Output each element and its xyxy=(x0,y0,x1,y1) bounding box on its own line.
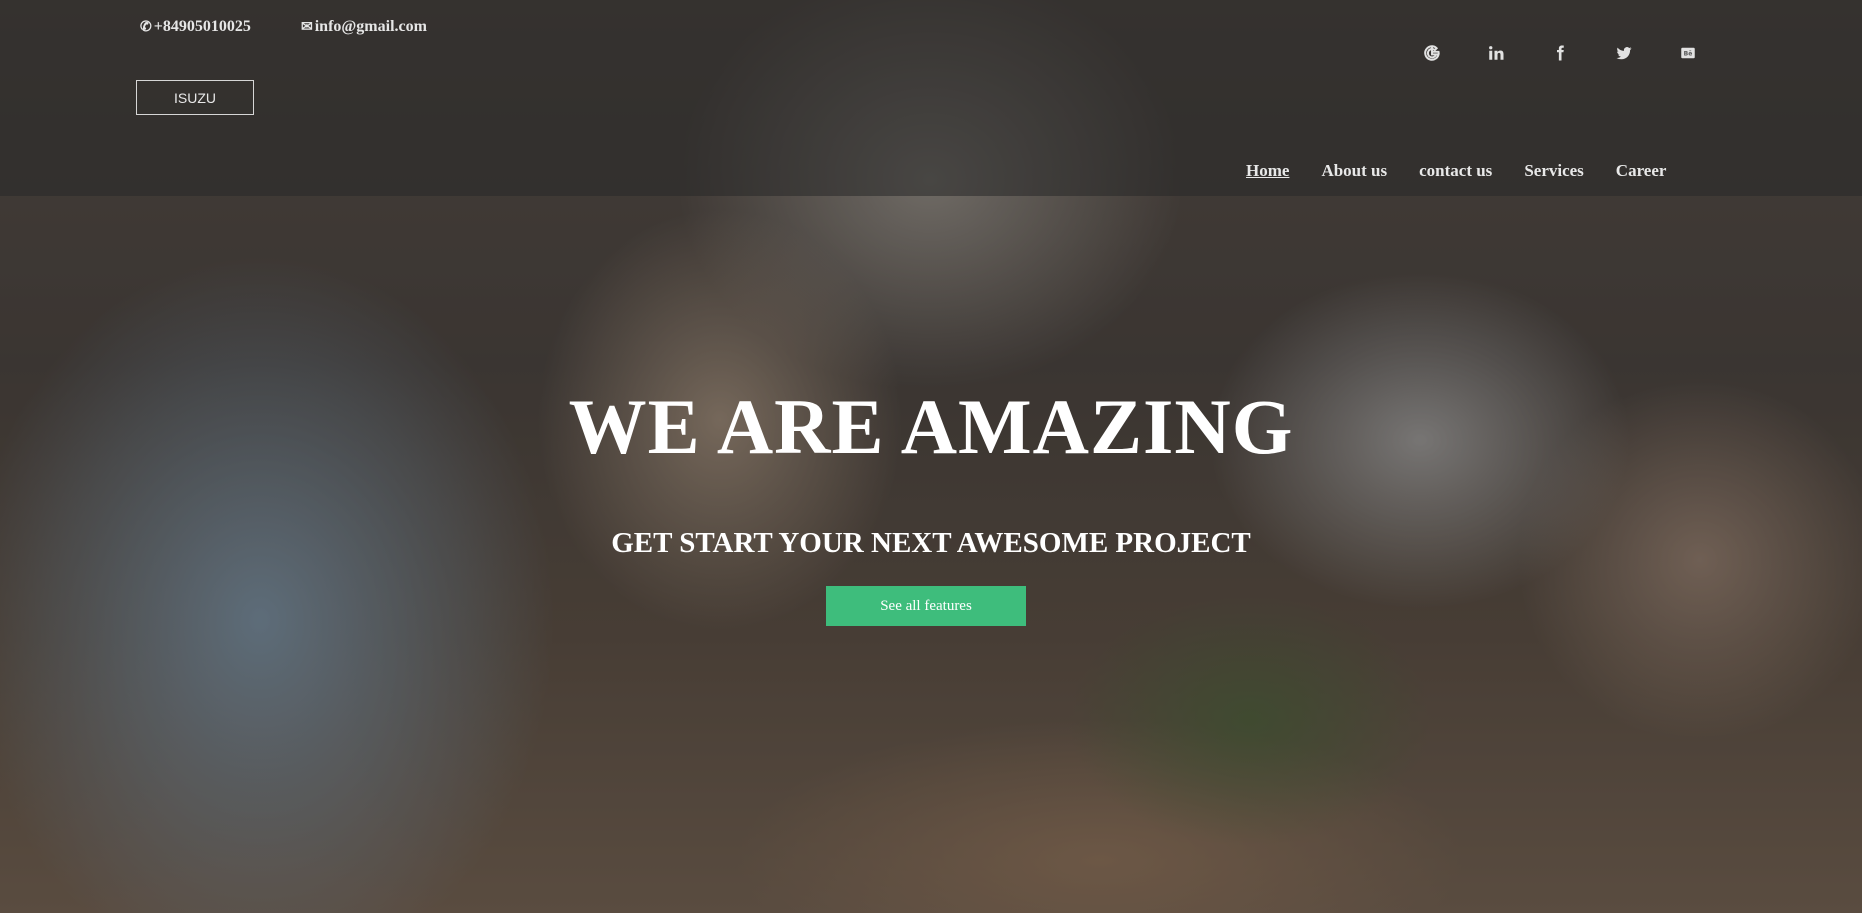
email-contact[interactable]: ✉ info@gmail.com xyxy=(301,18,427,36)
brand-logo-button[interactable]: ISUZU xyxy=(136,80,254,115)
nav-item-career[interactable]: Career xyxy=(1616,161,1667,181)
svg-text:Bē: Bē xyxy=(1684,51,1693,58)
behance-icon[interactable]: Bē xyxy=(1656,41,1720,65)
nav-item-services[interactable]: Services xyxy=(1524,161,1583,181)
nav-item-home[interactable]: Home xyxy=(1246,161,1289,181)
phone-icon: ✆ xyxy=(140,19,152,35)
envelope-icon: ✉ xyxy=(301,19,313,35)
header: ✆ +84905010025 ✉ info@gmail.com ISUZU Bē xyxy=(0,0,1862,196)
twitter-icon[interactable] xyxy=(1592,41,1656,65)
nav-item-about-us[interactable]: About us xyxy=(1321,161,1387,181)
nav-item-contact-us[interactable]: contact us xyxy=(1419,161,1492,181)
linkedin-icon[interactable] xyxy=(1464,41,1528,65)
social-links: Bē xyxy=(1400,41,1720,65)
hero-title: WE ARE AMAZING xyxy=(568,383,1294,470)
phone-contact[interactable]: ✆ +84905010025 xyxy=(140,18,251,36)
hero-subtitle: GET START YOUR NEXT AWESOME PROJECT xyxy=(611,527,1251,559)
main-nav: Home About us contact us Services Career xyxy=(1246,161,1666,181)
see-all-features-button[interactable]: See all features xyxy=(826,586,1026,626)
page: ✆ +84905010025 ✉ info@gmail.com ISUZU Bē xyxy=(0,0,1862,913)
google-icon[interactable] xyxy=(1400,41,1464,65)
facebook-icon[interactable] xyxy=(1528,41,1592,65)
email-address: info@gmail.com xyxy=(314,18,427,35)
phone-number: +84905010025 xyxy=(153,18,251,35)
